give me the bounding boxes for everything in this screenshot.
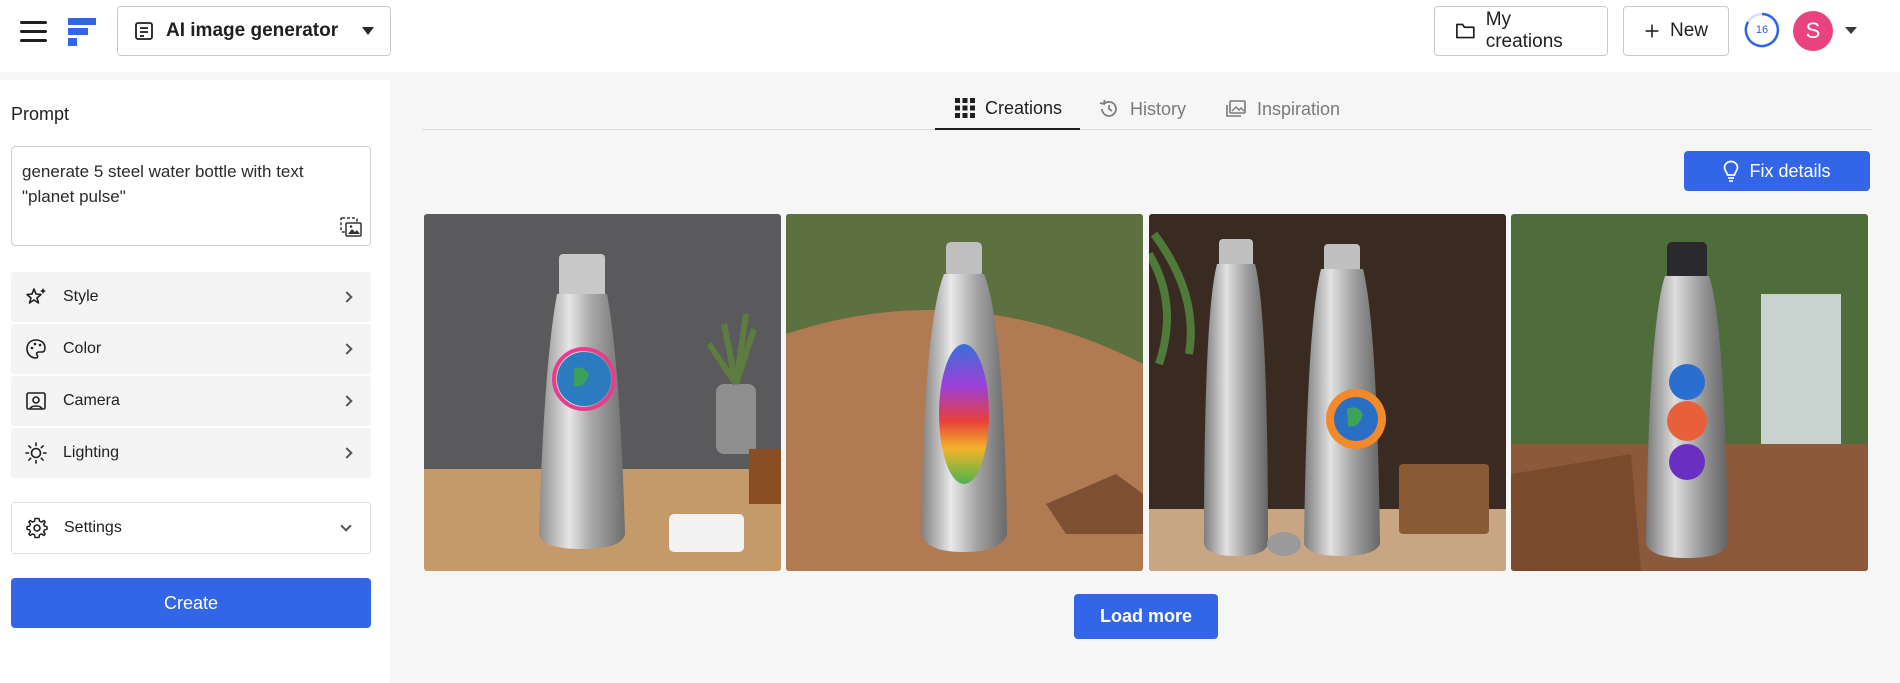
folder-icon bbox=[1456, 23, 1475, 39]
prompt-text-line-1: generate 5 steel water bottle with text bbox=[22, 162, 304, 181]
images-icon bbox=[1226, 100, 1246, 117]
chevron-right-icon bbox=[341, 447, 353, 459]
settings-accordion[interactable]: Settings bbox=[11, 502, 371, 554]
bottle-image-4 bbox=[1511, 214, 1868, 571]
option-style[interactable]: Style bbox=[11, 272, 371, 322]
tool-selector-dropdown[interactable]: AI image generator bbox=[117, 6, 391, 56]
tool-selector-label: AI image generator bbox=[166, 20, 339, 41]
chevron-down-icon bbox=[362, 27, 374, 35]
document-list-icon bbox=[135, 22, 153, 40]
history-icon bbox=[1099, 99, 1117, 117]
sparkle-star-icon bbox=[26, 288, 46, 304]
palette-icon bbox=[26, 339, 46, 359]
option-camera[interactable]: Camera bbox=[11, 376, 371, 426]
image-upload-icon[interactable] bbox=[340, 217, 362, 237]
new-button[interactable]: New bbox=[1623, 6, 1729, 56]
chevron-right-icon bbox=[341, 395, 353, 407]
gallery-image-1[interactable] bbox=[424, 214, 781, 571]
option-lighting[interactable]: Lighting bbox=[11, 428, 371, 478]
chevron-right-icon bbox=[341, 291, 353, 303]
tab-inspiration[interactable]: Inspiration bbox=[1225, 88, 1340, 130]
chevron-right-icon bbox=[341, 343, 353, 355]
settings-label: Settings bbox=[64, 519, 122, 536]
bottle-image-1 bbox=[424, 214, 781, 571]
option-lighting-label: Lighting bbox=[63, 444, 120, 461]
load-more-button[interactable]: Load more bbox=[1074, 594, 1218, 639]
tab-creations-label: Creations bbox=[985, 97, 1063, 118]
gallery-image-3[interactable] bbox=[1149, 214, 1506, 571]
prompt-input[interactable]: generate 5 steel water bottle with text … bbox=[11, 146, 371, 246]
option-style-label: Style bbox=[63, 288, 99, 305]
my-creations-label: My creations bbox=[1485, 9, 1563, 52]
top-header: AI image generator My creations New 16 S bbox=[0, 0, 1900, 72]
gallery-image-4[interactable] bbox=[1511, 214, 1868, 571]
option-camera-label: Camera bbox=[63, 392, 120, 409]
sidebar-panel: Prompt generate 5 steel water bottle wit… bbox=[0, 80, 390, 683]
avatar[interactable]: S bbox=[1793, 11, 1833, 51]
tab-inspiration-label: Inspiration bbox=[1257, 98, 1341, 119]
tab-creations[interactable]: Creations bbox=[935, 88, 1080, 130]
fix-details-label: Fix details bbox=[1749, 160, 1831, 181]
create-button[interactable]: Create bbox=[11, 578, 371, 628]
fix-details-button[interactable]: Fix details bbox=[1684, 151, 1870, 191]
camera-frame-icon bbox=[26, 392, 46, 410]
avatar-chevron-down-icon[interactable] bbox=[1845, 27, 1857, 34]
bottle-image-3 bbox=[1149, 214, 1506, 571]
my-creations-button[interactable]: My creations bbox=[1434, 6, 1608, 56]
sun-icon bbox=[25, 442, 47, 464]
tab-history[interactable]: History bbox=[1098, 88, 1186, 130]
credits-count: 16 bbox=[1755, 24, 1769, 36]
content-tabs: Creations History Inspiration bbox=[422, 88, 1872, 130]
tab-history-label: History bbox=[1130, 98, 1187, 119]
grid-icon bbox=[955, 98, 975, 118]
option-color[interactable]: Color bbox=[11, 324, 371, 374]
prompt-label: Prompt bbox=[11, 104, 70, 124]
chevron-down-icon bbox=[340, 520, 352, 532]
brand-logo-icon[interactable] bbox=[68, 18, 96, 46]
lightbulb-icon bbox=[1724, 160, 1739, 182]
option-color-label: Color bbox=[63, 340, 102, 357]
new-label: New bbox=[1669, 20, 1708, 41]
hamburger-icon[interactable] bbox=[20, 21, 47, 43]
plus-icon bbox=[1645, 24, 1659, 38]
prompt-text-line-2: "planet pulse" bbox=[22, 187, 126, 206]
gear-icon bbox=[26, 517, 48, 539]
bottle-image-2 bbox=[786, 214, 1143, 571]
gallery-image-2[interactable] bbox=[786, 214, 1143, 571]
